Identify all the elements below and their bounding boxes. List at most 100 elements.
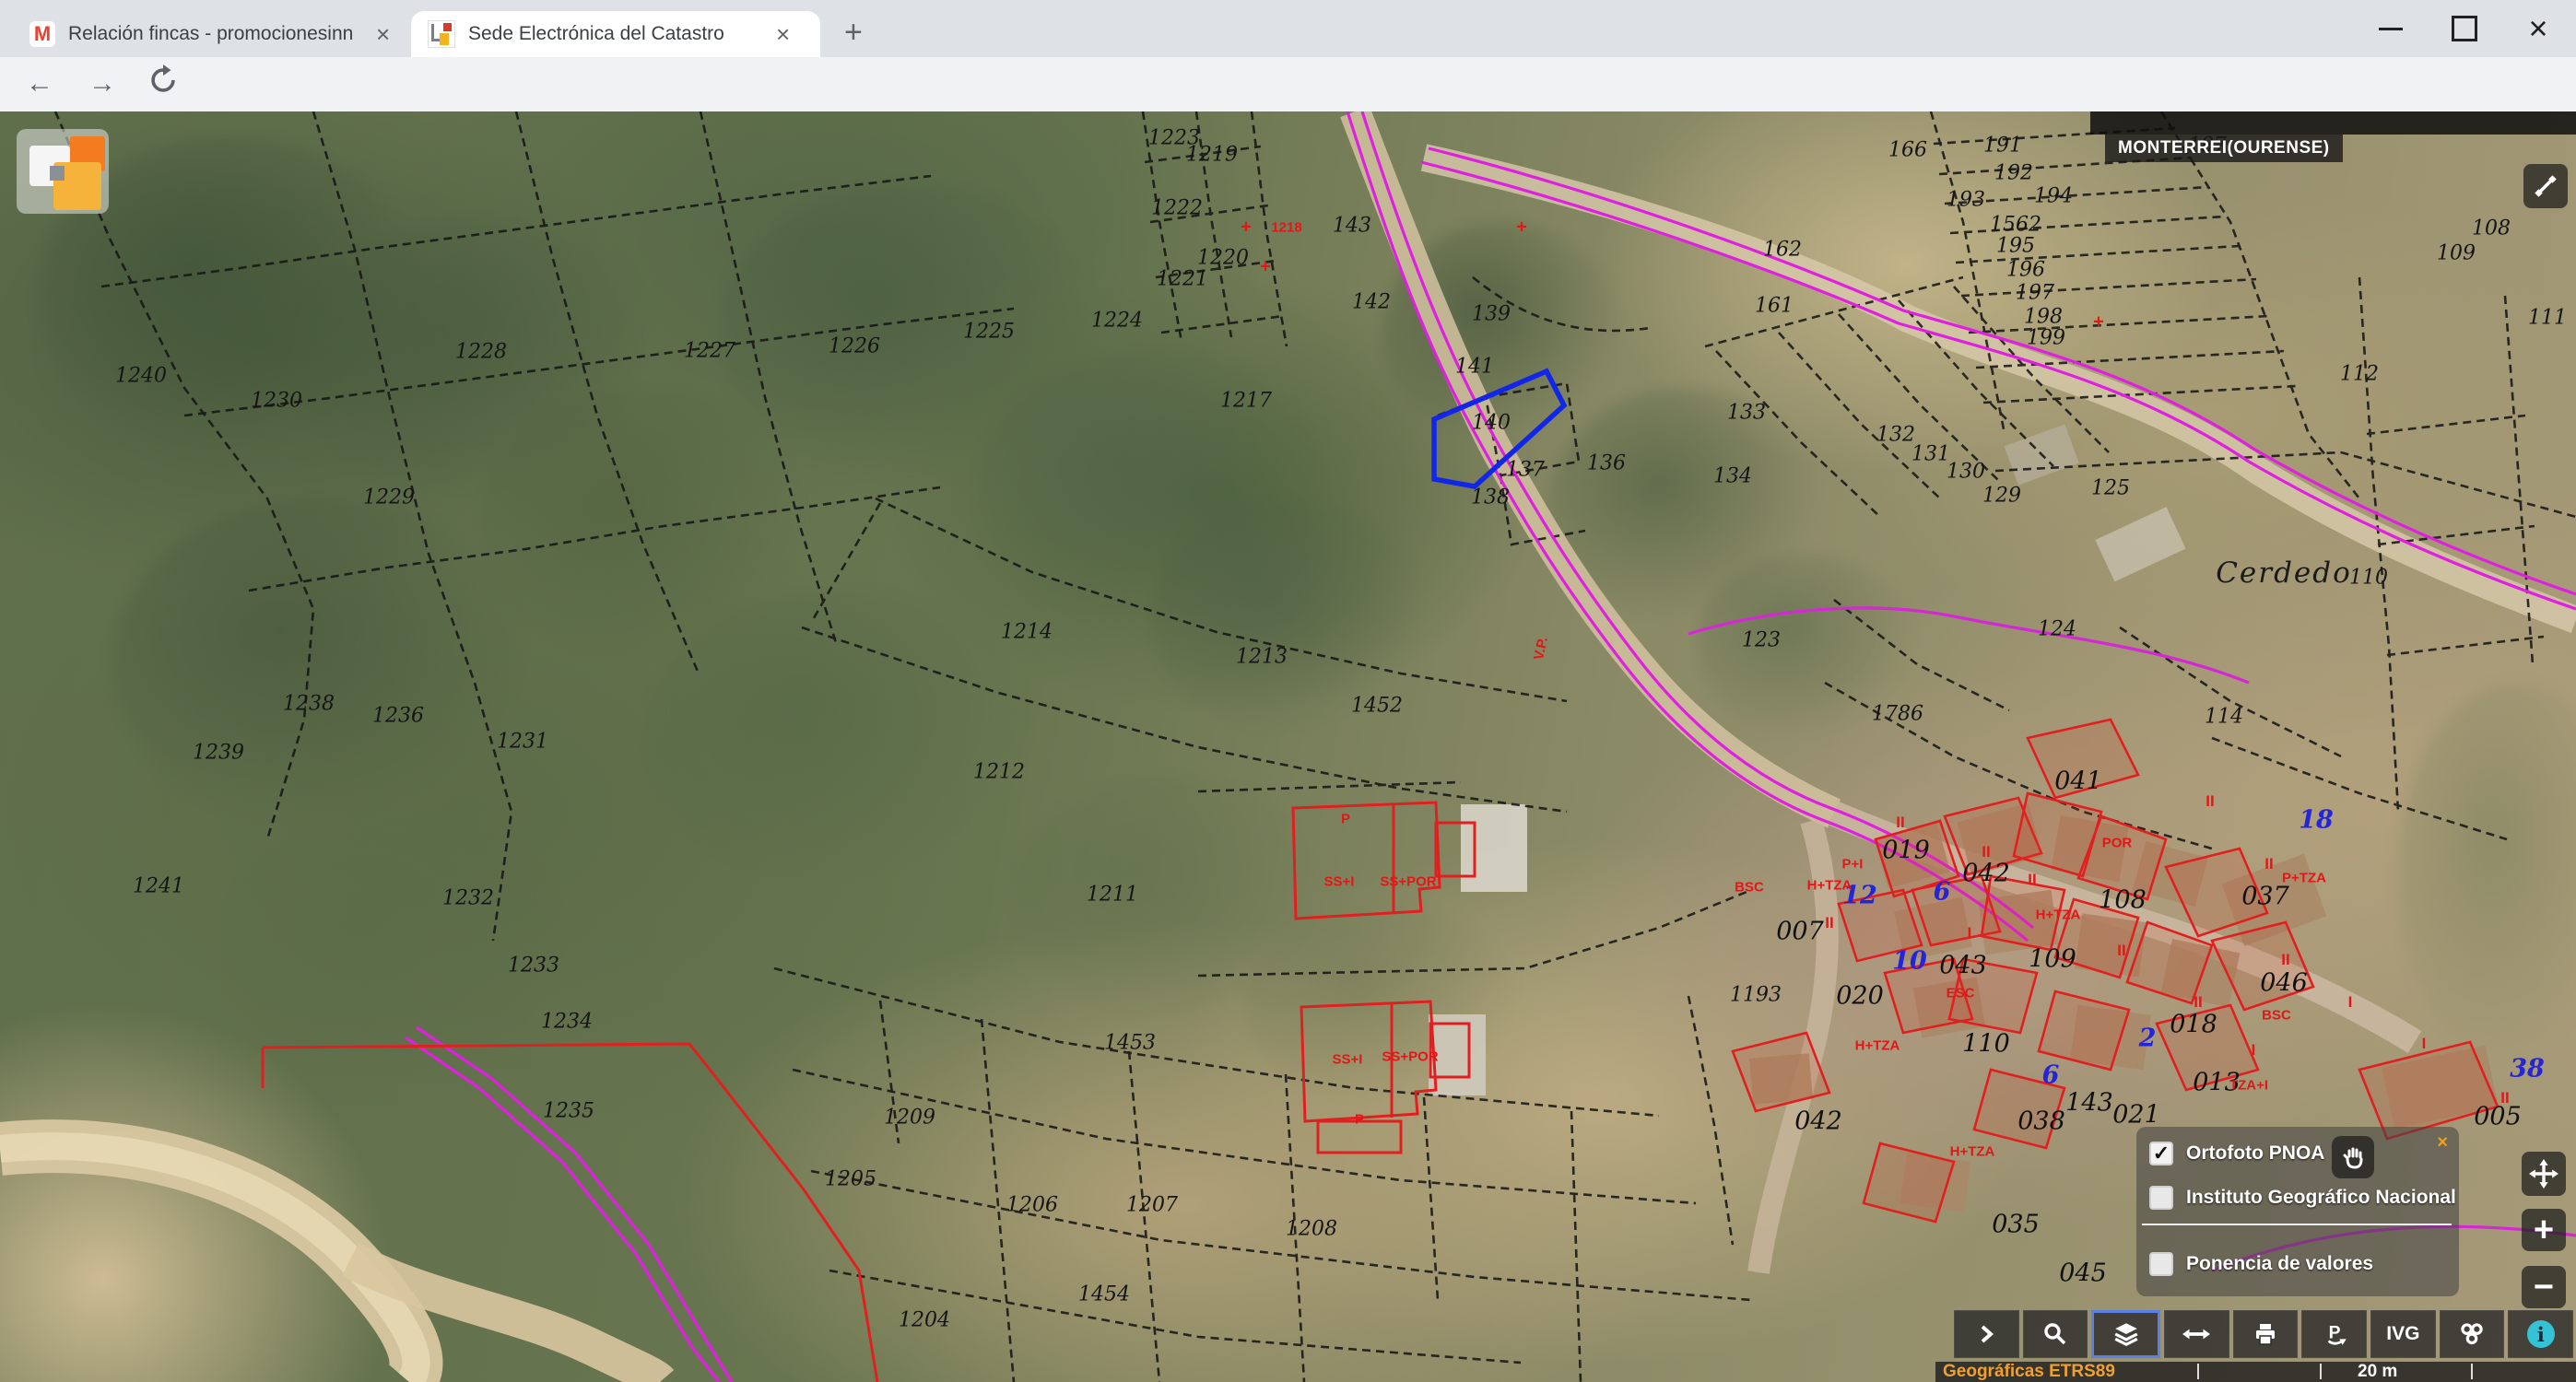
map-label: P xyxy=(1341,812,1350,827)
close-tab-icon[interactable]: × xyxy=(376,22,390,46)
layer-label: Ortofoto PNOA xyxy=(2186,1142,2324,1165)
maximize-button[interactable] xyxy=(2428,0,2501,57)
map-label: 131 xyxy=(1911,443,1950,466)
back-icon[interactable]: ← xyxy=(26,68,53,100)
layers-icon[interactable] xyxy=(2091,1310,2160,1358)
layer-label: Instituto Geográfico Nacional xyxy=(2186,1187,2456,1209)
map-label: 197 xyxy=(2016,282,2054,305)
viewer-logo[interactable] xyxy=(17,129,109,214)
forward-icon[interactable]: → xyxy=(88,68,116,100)
map-label: 198 xyxy=(2024,306,2063,329)
print-icon[interactable] xyxy=(2233,1310,2299,1358)
map-label: 1229 xyxy=(363,486,415,509)
map-label: 10 xyxy=(1892,947,1927,976)
map-label: 129 xyxy=(1982,485,2021,508)
tab-title: Relación fincas - promocionesinn xyxy=(68,23,363,45)
layer-row[interactable]: Ponencia de valores xyxy=(2149,1248,2373,1280)
map-label: 1226 xyxy=(829,335,880,358)
map-label: 38 xyxy=(2510,1055,2545,1083)
map-label: 6 xyxy=(2042,1061,2060,1090)
map-label: II xyxy=(2205,792,2214,811)
map-label: 138 xyxy=(1471,486,1510,509)
search-icon[interactable] xyxy=(2023,1310,2088,1358)
svg-text:P: P xyxy=(2328,1323,2340,1342)
layer-checkbox[interactable] xyxy=(2149,1186,2173,1210)
map-label: P+I xyxy=(1842,857,1864,873)
map-label: 1454 xyxy=(1078,1283,1130,1306)
map-label: 1208 xyxy=(1286,1218,1337,1241)
map-label: 1204 xyxy=(899,1309,950,1332)
measure-icon[interactable] xyxy=(2164,1310,2229,1358)
municipality-label: MONTERREI(OURENSE) xyxy=(2105,135,2343,162)
map-label: II xyxy=(1982,843,1990,861)
map-label: 1235 xyxy=(543,1100,594,1123)
close-tab-icon[interactable]: × xyxy=(776,22,790,46)
close-window-button[interactable]: × xyxy=(2501,0,2575,57)
scale-tick xyxy=(2320,1364,2322,1379)
map-toolbar: P IVG i xyxy=(1954,1310,2573,1358)
map-label: H+TZA xyxy=(1950,1144,1995,1160)
chevron-right-icon[interactable] xyxy=(1954,1310,2019,1358)
tab-gmail[interactable]: M Relación fincas - promocionesinn × xyxy=(13,11,409,57)
map-viewport[interactable]: 1240123012291228122712261225122412231219… xyxy=(0,111,2576,1382)
map-label: 1234 xyxy=(541,1011,593,1034)
close-panel-icon[interactable]: × xyxy=(2437,1132,2448,1154)
map-label: 143 xyxy=(2065,1089,2113,1118)
map-label: 108 xyxy=(2099,886,2147,915)
map-label: 134 xyxy=(1713,465,1752,488)
map-label: 191 xyxy=(1983,135,2022,158)
layer-row[interactable]: ✓ Ortofoto PNOA xyxy=(2149,1138,2324,1169)
map-label: 125 xyxy=(2091,477,2130,500)
map-label: 046 xyxy=(2260,969,2308,998)
map-label: POR xyxy=(2102,836,2133,851)
map-label: 1218 xyxy=(1271,220,1301,236)
map-label: 136 xyxy=(1587,452,1626,475)
map-label: 005 xyxy=(2474,1103,2522,1131)
map-label: 1562 xyxy=(1990,214,2041,237)
map-label: 1232 xyxy=(442,887,494,910)
drag-hand-icon[interactable] xyxy=(2332,1136,2374,1178)
map-label: 1230 xyxy=(251,390,302,413)
tab-catastro[interactable]: Sede Electrónica del Catastro × xyxy=(411,11,820,57)
info-icon[interactable]: i xyxy=(2508,1310,2573,1358)
ivg-button[interactable]: IVG xyxy=(2370,1310,2436,1358)
map-label: 194 xyxy=(2034,185,2073,208)
map-label: 162 xyxy=(1763,239,1802,262)
map-label: 110 xyxy=(1962,1030,2010,1059)
map-label: 1238 xyxy=(283,693,335,716)
map-label: 114 xyxy=(2205,706,2243,729)
map-label: II xyxy=(2028,871,2036,889)
map-label: 2 xyxy=(2139,1025,2157,1053)
layer-row[interactable]: Instituto Geográfico Nacional xyxy=(2149,1182,2456,1213)
zoom-out-button[interactable]: − xyxy=(2522,1266,2566,1308)
map-label: 1224 xyxy=(1091,310,1143,333)
map-label: + xyxy=(2093,312,2104,334)
map-label: I xyxy=(2422,1035,2427,1053)
map-label: I xyxy=(2348,993,2353,1012)
pan-button[interactable] xyxy=(2522,1152,2566,1196)
map-label: 1241 xyxy=(133,875,184,898)
map-label: 1207 xyxy=(1126,1194,1178,1217)
map-label: 132 xyxy=(1876,424,1915,447)
map-label: 1228 xyxy=(455,341,507,364)
layer-checkbox[interactable] xyxy=(2149,1252,2173,1276)
map-label: SS+I xyxy=(1324,874,1355,890)
map-label: 1206 xyxy=(1006,1194,1058,1217)
zoom-in-button[interactable]: + xyxy=(2522,1209,2566,1251)
map-label: 18 xyxy=(2299,806,2334,835)
fullscreen-button[interactable] xyxy=(2523,164,2568,208)
reload-icon[interactable] xyxy=(147,64,179,103)
minimize-button[interactable] xyxy=(2354,0,2428,57)
layer-checkbox[interactable]: ✓ xyxy=(2149,1142,2173,1165)
map-label: 199 xyxy=(2027,327,2065,350)
map-label: 1209 xyxy=(884,1107,935,1130)
point-tool-icon[interactable]: P xyxy=(2301,1310,2367,1358)
new-tab-button[interactable]: + xyxy=(844,15,863,51)
scale-label: 20 m xyxy=(2358,1362,2397,1382)
map-label: II xyxy=(2117,942,2125,960)
cluster-icon[interactable] xyxy=(2440,1310,2505,1358)
navigation-bar: ← → https://www1.sedecatastro.gob.es/Car… xyxy=(0,57,2576,112)
map-label: 192 xyxy=(1994,162,2033,185)
map-label: SS+POR xyxy=(1380,874,1436,890)
map-label: 1233 xyxy=(508,955,559,978)
